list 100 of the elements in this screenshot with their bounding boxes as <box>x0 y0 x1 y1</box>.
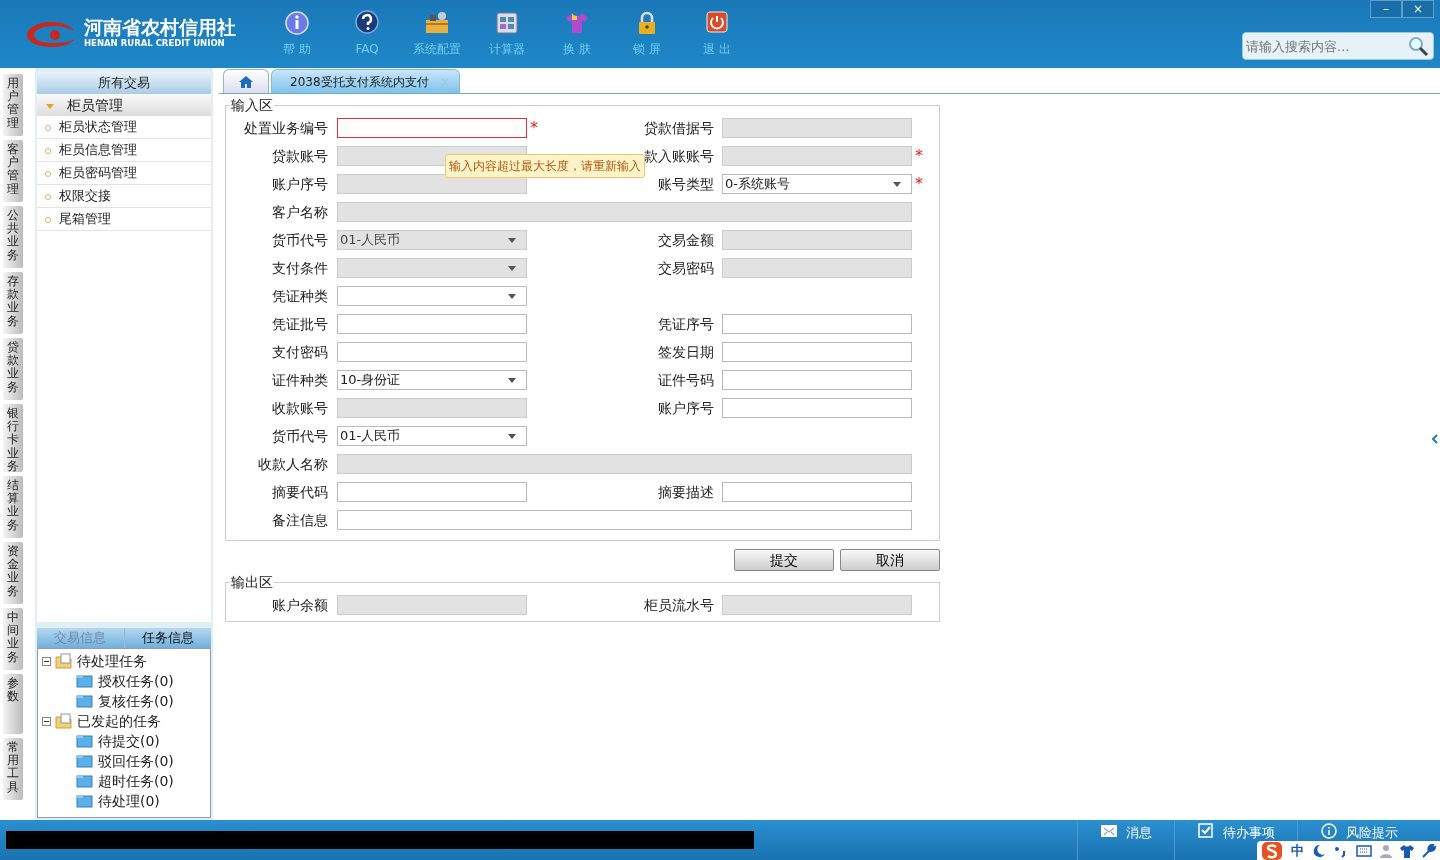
checkbox-icon[interactable] <box>1197 823 1215 839</box>
tree-node[interactable]: 待处理任务 <box>77 651 147 671</box>
page-tab[interactable]: 2038受托支付系统内支付 <box>271 69 460 93</box>
side-tab[interactable]: 贷款业务 <box>3 338 23 400</box>
info-icon[interactable] <box>284 10 310 37</box>
input-field[interactable] <box>722 314 912 334</box>
tree-node[interactable]: 驳回任务(0) <box>98 751 174 771</box>
mail-icon[interactable] <box>1100 823 1118 839</box>
calculator-icon[interactable] <box>494 10 520 37</box>
side-tab[interactable]: 公共业务 <box>3 206 23 268</box>
dropdown-field[interactable]: 10-身份证 <box>337 370 527 390</box>
shirt-icon[interactable] <box>1400 843 1414 858</box>
dropdown-field[interactable]: 01-人民币 <box>337 426 527 446</box>
wrench-icon[interactable] <box>1422 843 1436 858</box>
field-label: 交易金额 <box>658 231 714 248</box>
home-icon[interactable] <box>238 74 254 89</box>
moon-icon[interactable] <box>1312 843 1326 858</box>
nav-group[interactable]: 柜员管理 <box>37 94 211 116</box>
folder-icon <box>76 693 94 709</box>
collapse-icon[interactable] <box>42 656 51 666</box>
search-icon[interactable] <box>1407 35 1429 57</box>
field-label: 柜员流水号 <box>644 596 714 613</box>
collapse-icon[interactable] <box>42 716 51 726</box>
status-item[interactable]: 待办事项 <box>1223 823 1275 843</box>
logo-title: 河南省农村信用社 <box>84 18 236 38</box>
submit-button[interactable]: 提交 <box>733 549 834 571</box>
required-mark: * <box>914 173 924 195</box>
dropdown-field[interactable]: 0-系统账号 <box>722 174 912 194</box>
folder-icon <box>76 773 94 789</box>
caret-down-icon[interactable] <box>508 377 516 383</box>
search-field[interactable]: 请输入搜索内容... <box>1242 32 1434 60</box>
input-field[interactable] <box>722 482 912 502</box>
keyboard-icon[interactable] <box>1356 844 1372 857</box>
dropdown-field: 01-人民币 <box>337 230 527 250</box>
required-mark: * <box>914 145 924 167</box>
input-field[interactable] <box>337 342 527 362</box>
field-label: 凭证种类 <box>272 287 328 304</box>
tree-node[interactable]: 待提交(0) <box>98 731 160 751</box>
close-button[interactable]: × <box>1402 0 1434 18</box>
tree-node[interactable]: 复核任务(0) <box>98 691 174 711</box>
folder-icon <box>76 793 94 809</box>
input-field[interactable] <box>337 482 527 502</box>
side-tab[interactable]: 用户管理 <box>3 74 23 136</box>
folder-icon <box>76 733 94 749</box>
folder-icon <box>76 673 94 689</box>
input-field[interactable] <box>722 370 912 390</box>
side-tab[interactable]: 存款业务 <box>3 272 23 334</box>
tree-node[interactable]: 超时任务(0) <box>98 771 174 791</box>
field-label: 交易密码 <box>658 259 714 276</box>
folder-icon <box>55 653 73 669</box>
section-title: 输出区 <box>230 575 274 589</box>
field-label: 贷款账号 <box>272 147 328 164</box>
dropdown-field[interactable] <box>337 286 527 306</box>
field-label: 签发日期 <box>658 343 714 360</box>
side-tab[interactable]: 银行卡业务 <box>3 404 23 472</box>
field-label: 货币代号 <box>272 231 328 248</box>
error-tooltip: 输入内容超过最大长度，请重新输入 <box>445 154 645 178</box>
field-label: 款入账账号 <box>644 147 714 164</box>
caret-down-icon[interactable] <box>508 433 516 439</box>
required-mark: * <box>529 117 539 139</box>
field-label: 凭证序号 <box>658 315 714 332</box>
ime-logo-icon[interactable] <box>1261 840 1283 860</box>
side-tab[interactable]: 结算业务 <box>3 476 23 538</box>
tree-node[interactable]: 待处理(0) <box>98 791 160 811</box>
status-item[interactable]: 消息 <box>1126 823 1152 843</box>
tree-node[interactable]: 授权任务(0) <box>98 671 174 691</box>
logo-subtitle: HENAN RURAL CREDIT UNION <box>84 37 226 50</box>
nav-header: 所有交易 <box>37 72 211 94</box>
ime-mode-label[interactable]: 中 <box>1291 840 1304 860</box>
input-field[interactable] <box>337 118 527 138</box>
tree-node[interactable]: 已发起的任务 <box>77 711 161 731</box>
status-item[interactable]: 风险提示 <box>1346 823 1398 843</box>
help-icon[interactable] <box>354 10 380 37</box>
input-field[interactable] <box>337 510 912 530</box>
cancel-button[interactable]: 取消 <box>840 549 940 571</box>
field-label: 证件种类 <box>272 371 328 388</box>
field-label: 证件号码 <box>658 371 714 388</box>
side-tab[interactable]: 中间业务 <box>3 608 23 670</box>
field-label: 账户余额 <box>272 596 328 613</box>
caret-down-icon[interactable] <box>893 181 901 187</box>
folder-icon <box>55 713 73 729</box>
side-tab[interactable]: 参数 <box>3 674 23 734</box>
field-label: 支付密码 <box>272 343 328 360</box>
field-label: 收款人名称 <box>258 455 328 472</box>
minimize-button[interactable]: – <box>1370 0 1402 18</box>
side-tab[interactable]: 资金业务 <box>3 542 23 604</box>
caret-down-icon[interactable] <box>508 293 516 299</box>
side-tab[interactable]: 常用工具 <box>3 738 23 800</box>
field-label: 货币代号 <box>272 427 328 444</box>
field-label: 支付条件 <box>272 259 328 276</box>
input-field[interactable] <box>722 342 912 362</box>
home-tab[interactable] <box>223 69 269 93</box>
field-label: 贷款借据号 <box>644 119 714 136</box>
field-label: 凭证批号 <box>272 315 328 332</box>
input-field[interactable] <box>722 398 912 418</box>
field-label: 备注信息 <box>272 511 328 528</box>
side-tab[interactable]: 客户管理 <box>3 140 23 202</box>
field-label: 账户序号 <box>658 399 714 416</box>
section-title: 输入区 <box>230 98 274 112</box>
input-field[interactable] <box>337 314 527 334</box>
